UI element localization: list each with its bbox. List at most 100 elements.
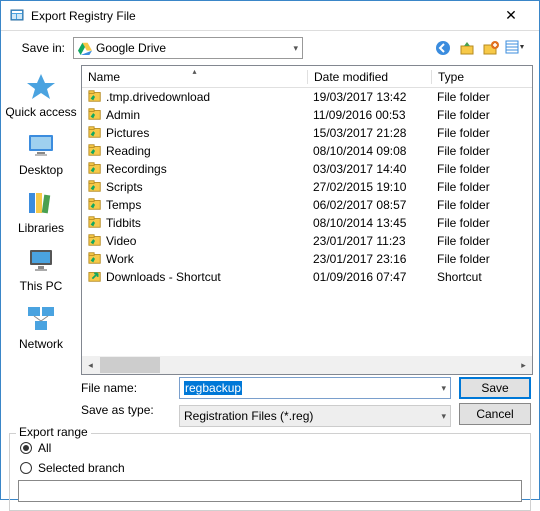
file-row[interactable]: Work23/01/2017 23:16File folder [82, 250, 532, 268]
file-row[interactable]: Admin 11/09/2016 00:53File folder [82, 106, 532, 124]
folder-icon [88, 251, 102, 268]
scroll-left-button[interactable]: ◂ [82, 357, 99, 373]
sidebar-item-this-pc[interactable]: This PC [20, 245, 63, 293]
filename-label: File name: [81, 381, 171, 395]
file-row[interactable]: Recordings 03/03/2017 14:40File folder [82, 160, 532, 178]
folder-icon [88, 107, 102, 124]
file-row[interactable]: Temps06/02/2017 08:57File folder [82, 196, 532, 214]
scrollbar-thumb[interactable] [100, 357, 160, 373]
folder-icon [88, 233, 102, 250]
file-list-area: ▴Name Date modified Type .tmp.drivedownl… [81, 65, 533, 375]
file-row[interactable]: Pictures 15/03/2017 21:28File folder [82, 124, 532, 142]
file-name: Reading [106, 144, 151, 158]
file-row[interactable]: Tidbits 08/10/2014 13:45File folder [82, 214, 532, 232]
radio-selected-dot [20, 462, 32, 474]
chevron-down-icon: ▾ [441, 383, 446, 394]
save-in-label: Save in: [15, 41, 65, 55]
folder-icon [88, 215, 102, 232]
desktop-icon [25, 129, 57, 161]
file-name: Work [106, 252, 134, 266]
file-type: File folder [431, 144, 511, 158]
back-button[interactable] [433, 38, 453, 58]
radio-all[interactable]: All [20, 438, 522, 458]
save-in-row: Save in: Google Drive ▾ [1, 31, 539, 65]
close-button[interactable]: ✕ [491, 7, 531, 24]
column-header-type[interactable]: Type [431, 70, 511, 84]
title-text: Export Registry File [31, 9, 491, 23]
save-in-value: Google Drive [96, 41, 166, 55]
file-row[interactable]: Scripts 27/02/2015 19:10File folder [82, 178, 532, 196]
sidebar-item-quick-access[interactable]: Quick access [5, 71, 76, 119]
sidebar-item-desktop[interactable]: Desktop [19, 129, 63, 177]
file-date: 08/10/2014 09:08 [307, 144, 431, 158]
file-name: Recordings [106, 162, 167, 176]
file-type: File folder [431, 126, 511, 140]
quick-access-icon [25, 71, 57, 103]
save-in-combo[interactable]: Google Drive ▾ [73, 37, 303, 59]
chevron-down-icon: ▾ [293, 43, 298, 54]
view-menu-button[interactable] [505, 38, 525, 58]
file-name: Downloads - Shortcut [106, 270, 221, 284]
file-name: .tmp.drivedownload [106, 90, 210, 104]
file-row[interactable]: .tmp.drivedownload 19/03/2017 13:42File f… [82, 88, 532, 106]
file-date: 03/03/2017 14:40 [307, 162, 431, 176]
file-list[interactable]: .tmp.drivedownload19/03/2017 13:42File f… [82, 88, 532, 356]
export-range-legend: Export range [16, 425, 91, 439]
file-row[interactable]: Reading 08/10/2014 09:08File folder [82, 142, 532, 160]
file-name: Temps [106, 198, 141, 212]
export-range-group: Export range All Selected branch [9, 433, 531, 511]
google-drive-icon [78, 41, 92, 55]
new-folder-button[interactable] [481, 38, 501, 58]
network-icon [25, 303, 57, 335]
folder-icon [88, 143, 102, 160]
horizontal-scrollbar[interactable]: ◂ ▸ [82, 356, 532, 374]
file-type: File folder [431, 216, 511, 230]
this-pc-icon [25, 245, 57, 277]
file-name: Scripts [106, 180, 143, 194]
saveastype-combo[interactable]: Registration Files (*.reg) ▾ [179, 405, 451, 427]
file-type: File folder [431, 90, 511, 104]
radio-all-label: All [38, 441, 51, 455]
saveastype-label: Save as type: [81, 403, 171, 417]
folder-icon [88, 161, 102, 178]
radio-selected-label: Selected branch [38, 461, 125, 475]
column-header-name[interactable]: ▴Name [82, 70, 307, 84]
file-type: File folder [431, 108, 511, 122]
file-date: 27/02/2015 19:10 [307, 180, 431, 194]
column-header-date[interactable]: Date modified [307, 70, 431, 84]
file-name: Admin [106, 108, 140, 122]
file-type: Shortcut [431, 270, 511, 284]
title-bar: Export Registry File ✕ [1, 1, 539, 31]
folder-icon [88, 89, 102, 106]
file-date: 08/10/2014 13:45 [307, 216, 431, 230]
radio-all-dot [20, 442, 32, 454]
scroll-right-button[interactable]: ▸ [515, 357, 532, 373]
filename-input[interactable]: regbackup ▾ [179, 377, 451, 399]
file-date: 11/09/2016 00:53 [307, 108, 431, 122]
sort-ascending-icon: ▴ [192, 67, 196, 76]
folder-icon [88, 269, 102, 286]
file-type: File folder [431, 162, 511, 176]
save-button[interactable]: Save [459, 377, 531, 399]
cancel-button[interactable]: Cancel [459, 403, 531, 425]
file-name: Pictures [106, 126, 149, 140]
file-row[interactable]: Video23/01/2017 11:23File folder [82, 232, 532, 250]
file-type: File folder [431, 180, 511, 194]
file-date: 06/02/2017 08:57 [307, 198, 431, 212]
file-name: Tidbits [106, 216, 141, 230]
radio-selected-branch[interactable]: Selected branch [20, 458, 522, 478]
folder-icon [88, 179, 102, 196]
file-name: Video [106, 234, 136, 248]
file-date: 15/03/2017 21:28 [307, 126, 431, 140]
up-button[interactable] [457, 38, 477, 58]
branch-path-input[interactable] [18, 480, 522, 502]
sidebar-item-libraries[interactable]: Libraries [18, 187, 64, 235]
file-type: File folder [431, 252, 511, 266]
libraries-icon [25, 187, 57, 219]
app-icon [9, 8, 25, 24]
file-row[interactable]: Downloads - Shortcut01/09/2016 07:47Shor… [82, 268, 532, 286]
sidebar-item-network[interactable]: Network [19, 303, 63, 351]
file-list-header: ▴Name Date modified Type [82, 66, 532, 88]
file-date: 19/03/2017 13:42 [307, 90, 431, 104]
chevron-down-icon: ▾ [441, 411, 446, 422]
